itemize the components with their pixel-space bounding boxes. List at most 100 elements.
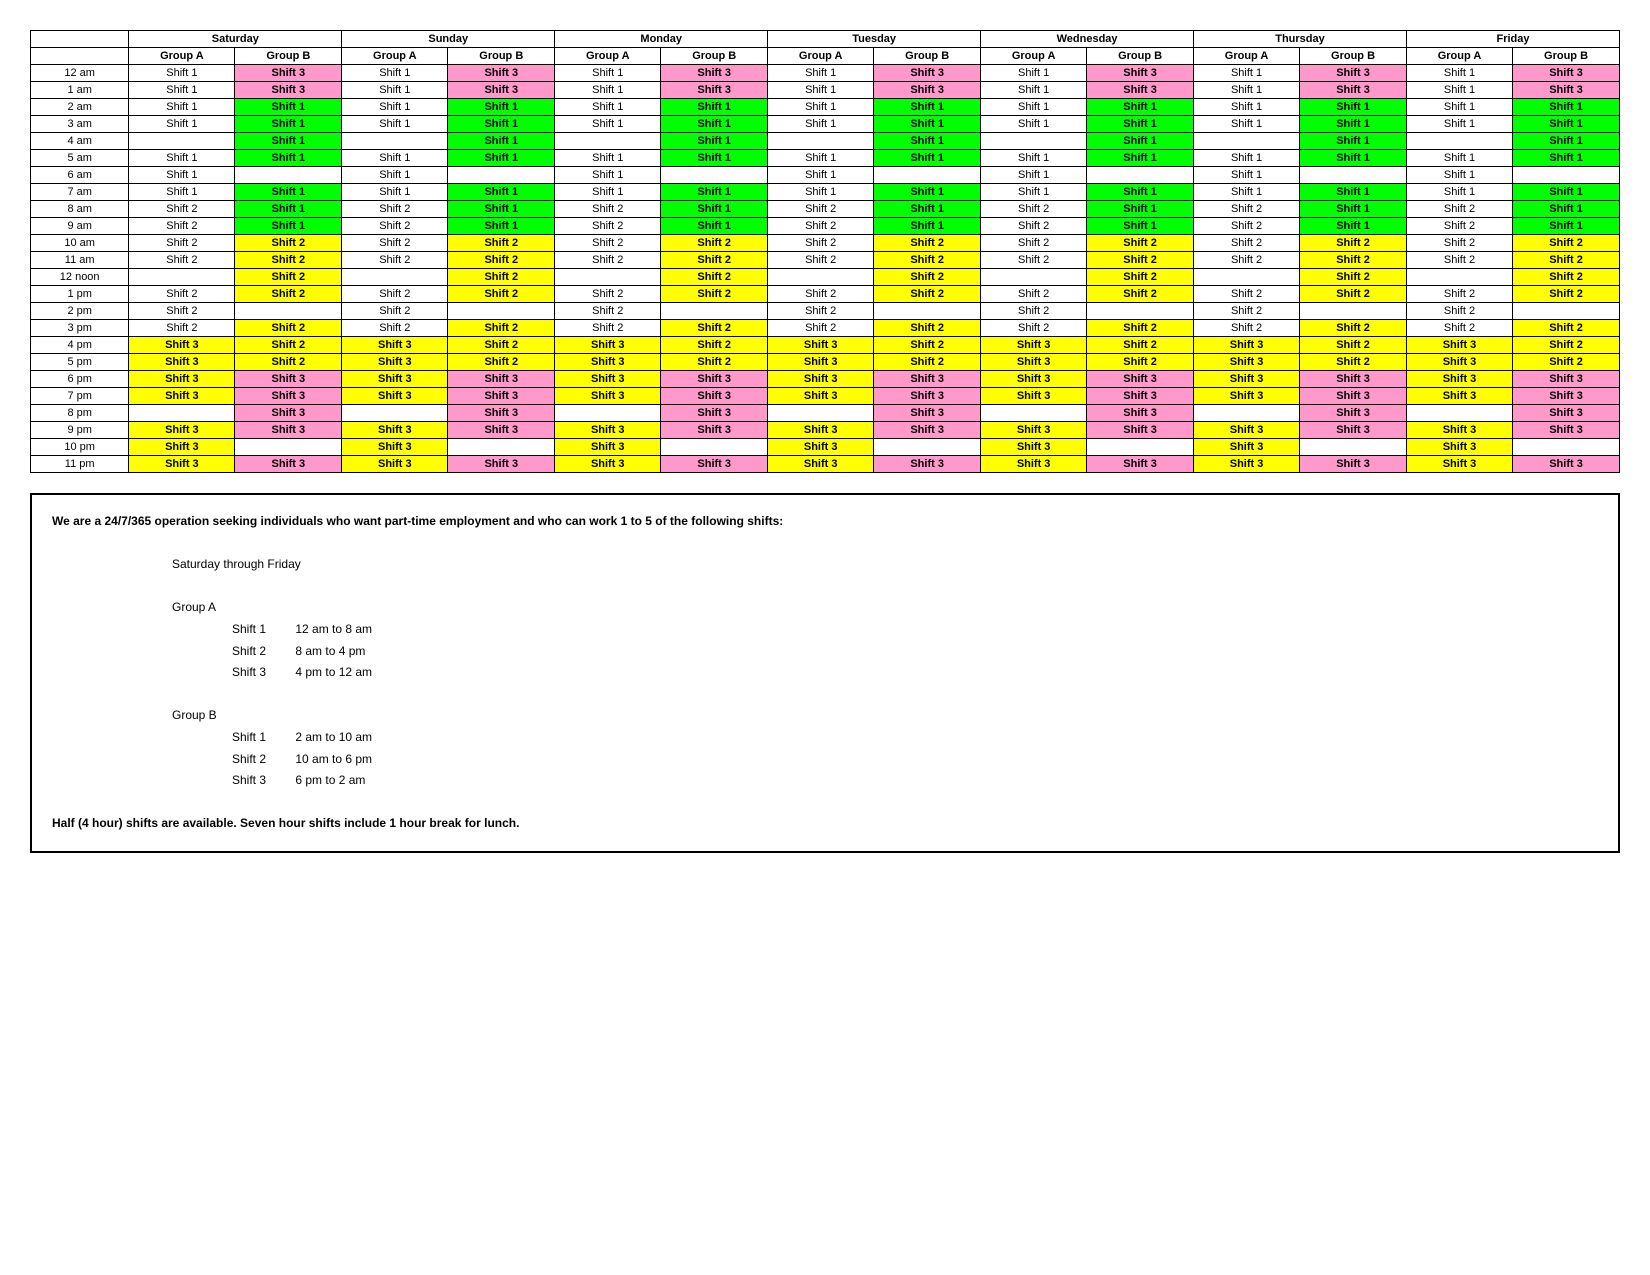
schedule-cell: Shift 1 [981, 99, 1087, 116]
tue-groupB: Group B [874, 48, 981, 65]
schedule-cell: Shift 3 [981, 388, 1087, 405]
schedule-cell: Shift 2 [768, 201, 874, 218]
schedule-cell: Shift 2 [1194, 303, 1300, 320]
groupB-shift1-line: Shift 1 2 am to 10 am [232, 727, 1598, 749]
schedule-cell: Shift 2 [768, 286, 874, 303]
schedule-cell: Shift 3 [661, 456, 768, 473]
schedule-cell: Shift 2 [1513, 337, 1620, 354]
a-shift2-label: Shift 2 [232, 641, 292, 663]
schedule-cell: Shift 2 [1406, 218, 1512, 235]
schedule-cell: Shift 3 [1087, 388, 1194, 405]
schedule-cell: Shift 3 [342, 371, 448, 388]
schedule-cell: Shift 1 [129, 116, 235, 133]
schedule-cell: Shift 2 [1087, 354, 1194, 371]
schedule-cell: Shift 1 [448, 201, 555, 218]
schedule-cell: Shift 1 [874, 218, 981, 235]
schedule-cell: Shift 1 [874, 99, 981, 116]
schedule-cell [1087, 167, 1194, 184]
schedule-cell: Shift 1 [874, 150, 981, 167]
schedule-cell: Shift 2 [1300, 252, 1407, 269]
time-cell: 12 am [31, 65, 129, 82]
schedule-cell: Shift 3 [342, 456, 448, 473]
schedule-cell: Shift 3 [1406, 371, 1512, 388]
schedule-cell: Shift 2 [768, 320, 874, 337]
schedule-cell: Shift 3 [1194, 337, 1300, 354]
schedule-cell: Shift 3 [1513, 456, 1620, 473]
time-cell: 3 am [31, 116, 129, 133]
schedule-cell [555, 269, 661, 286]
schedule-cell: Shift 3 [1300, 405, 1407, 422]
schedule-cell: Shift 2 [1194, 201, 1300, 218]
schedule-cell: Shift 2 [661, 235, 768, 252]
schedule-cell: Shift 3 [1406, 456, 1512, 473]
schedule-cell [129, 269, 235, 286]
schedule-cell: Shift 3 [235, 422, 342, 439]
schedule-cell: Shift 2 [1406, 286, 1512, 303]
schedule-cell [1087, 439, 1194, 456]
schedule-cell [981, 405, 1087, 422]
a-shift3-time: 4 pm to 12 am [295, 665, 372, 679]
schedule-cell: Shift 2 [874, 286, 981, 303]
schedule-cell: Shift 1 [768, 116, 874, 133]
schedule-cell: Shift 3 [1087, 82, 1194, 99]
schedule-cell: Shift 1 [555, 65, 661, 82]
wed-groupB: Group B [1087, 48, 1194, 65]
schedule-cell: Shift 2 [235, 337, 342, 354]
schedule-cell: Shift 3 [129, 422, 235, 439]
schedule-cell [1406, 133, 1512, 150]
schedule-cell: Shift 2 [661, 286, 768, 303]
schedule-cell: Shift 3 [129, 456, 235, 473]
time-cell: 7 pm [31, 388, 129, 405]
schedule-cell: Shift 2 [981, 218, 1087, 235]
schedule-cell: Shift 3 [555, 456, 661, 473]
schedule-cell: Shift 3 [342, 439, 448, 456]
groupA-shift1-line: Shift 1 12 am to 8 am [232, 619, 1598, 641]
schedule-cell: Shift 3 [874, 456, 981, 473]
schedule-cell: Shift 3 [448, 388, 555, 405]
schedule-cell: Shift 3 [448, 405, 555, 422]
schedule-cell: Shift 3 [1406, 388, 1512, 405]
schedule-cell: Shift 3 [1513, 405, 1620, 422]
schedule-cell: Shift 3 [1406, 422, 1512, 439]
groupB-label: Group B [172, 705, 1598, 727]
schedule-cell: Shift 1 [555, 82, 661, 99]
schedule-cell: Shift 2 [1087, 235, 1194, 252]
schedule-cell: Shift 2 [129, 201, 235, 218]
schedule-cell [1300, 303, 1407, 320]
time-cell: 2 pm [31, 303, 129, 320]
schedule-cell: Shift 1 [235, 184, 342, 201]
schedule-cell: Shift 2 [981, 201, 1087, 218]
schedule-cell [768, 269, 874, 286]
schedule-cell: Shift 1 [768, 167, 874, 184]
schedule-cell: Shift 1 [768, 82, 874, 99]
time-cell: 3 pm [31, 320, 129, 337]
schedule-cell: Shift 2 [129, 286, 235, 303]
schedule-cell: Shift 2 [1300, 286, 1407, 303]
schedule-cell: Shift 2 [448, 320, 555, 337]
schedule-cell: Shift 1 [1513, 99, 1620, 116]
schedule-cell: Shift 2 [1300, 337, 1407, 354]
time-cell: 7 am [31, 184, 129, 201]
schedule-cell: Shift 1 [1087, 218, 1194, 235]
schedule-cell: Shift 2 [661, 354, 768, 371]
schedule-cell: Shift 2 [129, 252, 235, 269]
time-cell: 11 am [31, 252, 129, 269]
a-shift1-time: 12 am to 8 am [295, 622, 372, 636]
schedule-cell: Shift 1 [1087, 150, 1194, 167]
schedule-cell: Shift 2 [661, 269, 768, 286]
info-footer: Half (4 hour) shifts are available. Seve… [52, 813, 1598, 835]
schedule-cell: Shift 2 [1087, 252, 1194, 269]
schedule-cell: Shift 2 [768, 252, 874, 269]
schedule-cell: Shift 2 [1194, 218, 1300, 235]
schedule-cell: Shift 1 [1406, 65, 1512, 82]
schedule-cell: Shift 1 [342, 116, 448, 133]
schedule-cell: Shift 1 [129, 184, 235, 201]
schedule-cell: Shift 3 [1194, 354, 1300, 371]
schedule-cell [448, 303, 555, 320]
schedule-cell: Shift 1 [1300, 201, 1407, 218]
schedule-cell: Shift 3 [555, 371, 661, 388]
schedule-cell: Shift 1 [981, 65, 1087, 82]
schedule-cell: Shift 3 [981, 371, 1087, 388]
schedule-cell: Shift 3 [1300, 422, 1407, 439]
schedule-cell [342, 133, 448, 150]
